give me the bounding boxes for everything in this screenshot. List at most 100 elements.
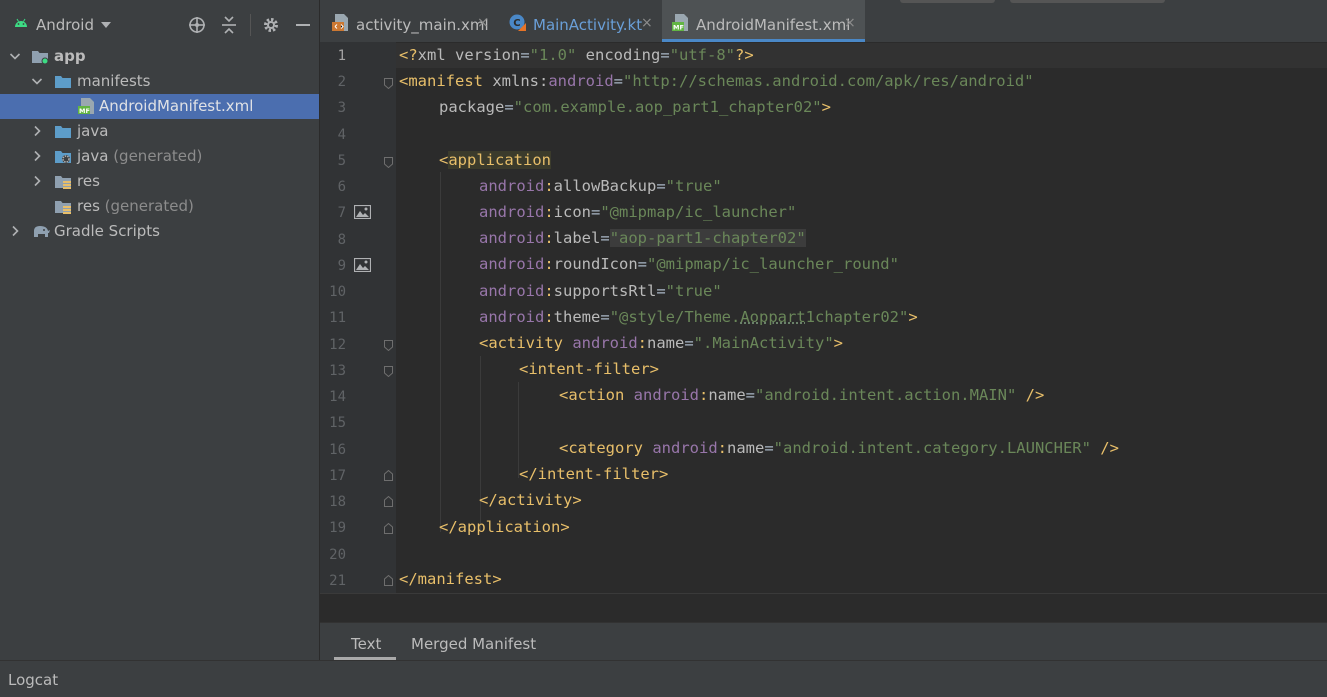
code-line-21: </manifest> [399, 570, 502, 588]
fold-close-icon[interactable] [384, 575, 393, 586]
close-icon[interactable]: × [844, 15, 856, 31]
line-number: 20 [329, 547, 346, 563]
tab-activity-main-xml[interactable]: activity_main.xml × [320, 0, 494, 42]
source-folder-icon [55, 126, 71, 138]
code-line-11: android:theme="@style/Theme.Aoppart1chap… [479, 308, 918, 326]
window-edge-strip [1010, 0, 1165, 3]
editor-gutter: 1 2 3 4 5 6 7 8 9 10 11 12 13 14 15 16 1… [320, 42, 396, 593]
code-editor[interactable]: 1 2 3 4 5 6 7 8 9 10 11 12 13 14 15 16 1… [320, 42, 1327, 593]
line-number: 2 [337, 74, 346, 90]
tree-label-androidmanifest: AndroidManifest.xml [99, 97, 254, 115]
line-number: 21 [329, 573, 346, 589]
tree-node-app[interactable]: app [0, 44, 319, 69]
svg-text:MF: MF [673, 24, 684, 32]
line-number: 1 [337, 48, 346, 64]
fold-open-icon[interactable] [384, 340, 393, 351]
image-preview-icon[interactable] [354, 258, 371, 272]
code-line-6: android:allowBackup="true" [479, 177, 722, 195]
fold-open-icon[interactable] [384, 157, 393, 168]
image-preview-icon[interactable] [354, 205, 371, 219]
crosshair-icon[interactable] [187, 15, 207, 35]
fold-close-icon[interactable] [384, 523, 393, 534]
svg-text:C: C [513, 18, 520, 29]
manifest-file-icon: MF [672, 14, 688, 32]
tree-label-java-generated: java (generated) [77, 147, 203, 165]
chevron-right-icon[interactable] [9, 225, 21, 237]
gear-icon[interactable] [261, 15, 281, 35]
line-number: 4 [337, 127, 346, 143]
tab-text[interactable]: Text [351, 635, 381, 653]
fold-open-icon[interactable] [384, 78, 393, 89]
resource-folder-icon [55, 201, 71, 214]
line-number: 8 [337, 232, 346, 248]
line-number: 9 [337, 258, 346, 274]
chevron-right-icon[interactable] [31, 175, 43, 187]
line-number: 5 [337, 153, 346, 169]
line-number: 18 [329, 494, 346, 510]
chevron-right-icon[interactable] [31, 125, 43, 137]
tree-label-res: res [77, 172, 100, 190]
folder-icon [55, 76, 71, 88]
line-number: 11 [329, 310, 346, 326]
minimize-icon[interactable] [293, 15, 313, 35]
code-line-13: <intent-filter> [519, 360, 659, 378]
editor-tab-bar: activity_main.xml × C MainActivity.kt × … [320, 0, 1327, 43]
tab-mainactivity-kt[interactable]: C MainActivity.kt × [495, 0, 661, 42]
fold-close-icon[interactable] [384, 496, 393, 507]
code-line-1: <?xml version="1.0" encoding="utf-8"?> [399, 46, 754, 64]
resource-folder-icon [55, 176, 71, 189]
header-divider [250, 14, 251, 36]
chevron-down-icon[interactable] [101, 22, 111, 28]
line-number: 17 [329, 468, 346, 484]
line-number: 12 [329, 337, 346, 353]
line-number: 19 [329, 520, 346, 536]
tree-label-app: app [54, 47, 86, 65]
code-line-14: <action android:name="android.intent.act… [559, 386, 1045, 404]
tree-label-gradle-scripts: Gradle Scripts [54, 222, 160, 240]
line-number: 15 [329, 415, 346, 431]
project-view-selector[interactable]: Android [36, 16, 94, 34]
fold-open-icon[interactable] [384, 366, 393, 377]
chevron-right-icon[interactable] [31, 150, 43, 162]
manifest-file-icon: MF [78, 98, 94, 114]
kotlin-class-icon: C [509, 14, 526, 31]
tree-label-java: java [77, 122, 109, 140]
code-line-2: <manifest xmlns:android="http://schemas.… [399, 72, 1034, 90]
tree-label-manifests: manifests [77, 72, 151, 90]
chevron-down-icon[interactable] [9, 50, 21, 62]
tree-node-manifests[interactable]: manifests [0, 69, 319, 94]
tree-node-gradle-scripts[interactable]: Gradle Scripts [0, 219, 319, 244]
window-edge-strip [900, 0, 995, 3]
close-icon[interactable]: × [477, 15, 489, 31]
logcat-tool-button[interactable]: Logcat [8, 671, 58, 689]
android-icon [15, 18, 27, 27]
project-pane-header: Android [0, 0, 319, 44]
tree-node-java-generated[interactable]: java (generated) [0, 144, 319, 169]
close-icon[interactable]: × [641, 15, 653, 31]
tree-node-res[interactable]: res [0, 169, 319, 194]
line-number: 3 [337, 100, 346, 116]
svg-text:MF: MF [79, 107, 90, 114]
code-line-7: android:icon="@mipmap/ic_launcher" [479, 203, 797, 221]
gradle-elephant-icon [34, 226, 50, 237]
indent-guide [440, 172, 441, 532]
code-line-17: </intent-filter> [519, 465, 669, 483]
tree-label-res-generated: res (generated) [77, 197, 194, 215]
code-line-9: android:roundIcon="@mipmap/ic_launcher_r… [479, 255, 899, 273]
tree-node-androidmanifest[interactable]: MF AndroidManifest.xml [0, 94, 319, 119]
tab-label: AndroidManifest.xml [696, 16, 851, 34]
chevron-down-icon[interactable] [31, 75, 43, 87]
code-line-12: <activity android:name=".MainActivity"> [479, 334, 843, 352]
collapse-all-icon[interactable] [219, 15, 239, 35]
tab-merged-manifest[interactable]: Merged Manifest [411, 635, 536, 653]
project-tool-window: Android app manifests MF AndroidManifest… [0, 0, 319, 660]
editor-horizontal-scroll-area[interactable] [320, 593, 1327, 623]
tab-androidmanifest-xml[interactable]: MF AndroidManifest.xml × [662, 0, 865, 42]
indent-guide [518, 382, 519, 478]
tree-node-java[interactable]: java [0, 119, 319, 144]
tab-label: MainActivity.kt [533, 16, 643, 34]
code-line-8: android:label="aop-part1-chapter02" [479, 229, 806, 247]
module-folder-icon [32, 51, 49, 64]
fold-close-icon[interactable] [384, 470, 393, 481]
tree-node-res-generated[interactable]: res (generated) [0, 194, 319, 219]
